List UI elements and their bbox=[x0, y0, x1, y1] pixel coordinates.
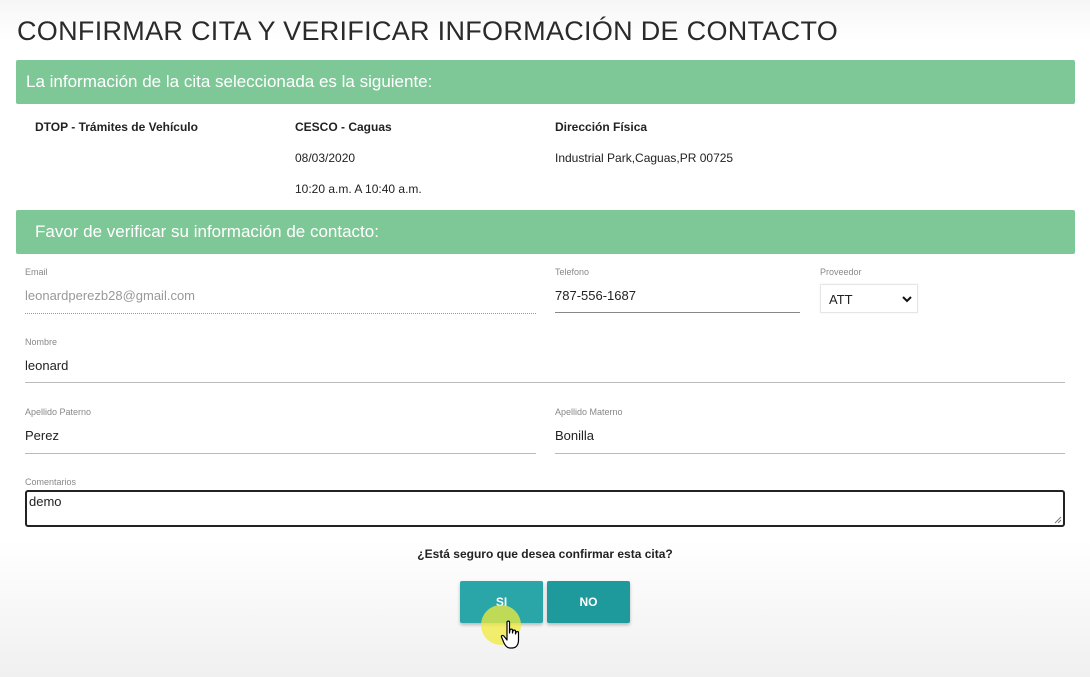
hand-pointer-icon bbox=[500, 620, 520, 649]
confirm-no-button[interactable]: NO bbox=[547, 581, 630, 623]
provider-select[interactable]: ATT bbox=[820, 284, 918, 313]
page-title: CONFIRMAR CITA Y VERIFICAR INFORMACIÓN D… bbox=[17, 16, 839, 46]
confirm-question: ¿Está seguro que desea confirmar esta ci… bbox=[417, 547, 673, 561]
name-underline bbox=[25, 382, 1065, 383]
contact-info-banner: Favor de verificar su información de con… bbox=[16, 210, 1075, 254]
paternal-surname-label: Apellido Paterno bbox=[25, 407, 92, 417]
phone-field[interactable]: 787-556-1687 bbox=[555, 288, 636, 303]
maternal-surname-underline bbox=[555, 453, 1065, 454]
email-field: leonardperezb28@gmail.com bbox=[25, 288, 196, 303]
service-name: DTOP - Trámites de Vehículo bbox=[35, 120, 198, 134]
paternal-surname-underline bbox=[25, 453, 536, 454]
address-value: Industrial Park,Caguas,PR 00725 bbox=[555, 151, 734, 165]
appointment-time: 10:20 a.m. A 10:40 a.m. bbox=[295, 182, 422, 196]
address-label: Dirección Física bbox=[555, 120, 648, 134]
paternal-surname-field[interactable]: Perez bbox=[25, 428, 59, 443]
email-underline bbox=[25, 313, 536, 314]
comments-textarea[interactable]: demo bbox=[25, 490, 1065, 527]
provider-selected-value: ATT bbox=[829, 292, 853, 307]
office-location: CESCO - Caguas bbox=[295, 120, 392, 134]
maternal-surname-field[interactable]: Bonilla bbox=[555, 428, 594, 443]
resize-handle-icon[interactable] bbox=[1054, 516, 1062, 524]
email-label: Email bbox=[25, 267, 48, 277]
chevron-down-icon bbox=[902, 296, 912, 303]
phone-label: Telefono bbox=[555, 267, 590, 277]
appointment-info-banner: La información de la cita seleccionada e… bbox=[16, 60, 1075, 104]
phone-underline bbox=[555, 312, 800, 313]
comments-text: demo bbox=[29, 494, 62, 509]
maternal-surname-label: Apellido Materno bbox=[555, 407, 623, 417]
name-label: Nombre bbox=[25, 337, 58, 347]
appointment-date: 08/03/2020 bbox=[295, 151, 356, 165]
comments-label: Comentarios bbox=[25, 477, 77, 487]
name-field[interactable]: leonard bbox=[25, 358, 68, 373]
provider-label: Proveedor bbox=[820, 267, 862, 277]
